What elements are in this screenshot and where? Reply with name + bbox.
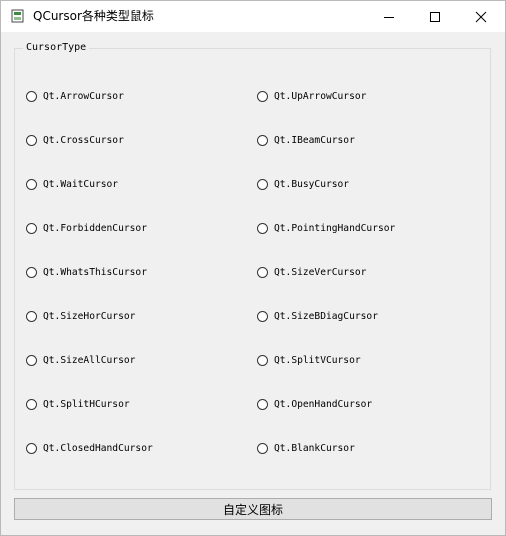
radio-label: Qt.BusyCursor xyxy=(274,178,350,190)
qt-app-icon xyxy=(11,9,24,23)
radio-arrow-cursor[interactable]: Qt.ArrowCursor xyxy=(26,87,124,105)
radio-label: Qt.UpArrowCursor xyxy=(274,90,367,102)
radio-unchecked-icon[interactable] xyxy=(257,310,268,322)
custom-icon-button[interactable]: 自定义图标 xyxy=(14,498,492,520)
radio-sizehor-cursor[interactable]: Qt.SizeHorCursor xyxy=(26,307,135,325)
radio-label: Qt.BlankCursor xyxy=(274,442,355,454)
radio-unchecked-icon[interactable] xyxy=(26,442,37,454)
radio-closedhand-cursor[interactable]: Qt.ClosedHandCursor xyxy=(26,439,153,457)
radio-unchecked-icon[interactable] xyxy=(26,310,37,322)
radio-wait-cursor[interactable]: Qt.WaitCursor xyxy=(26,175,118,193)
radio-label: Qt.WhatsThisCursor xyxy=(43,266,147,278)
radio-openhand-cursor[interactable]: Qt.OpenHandCursor xyxy=(257,395,372,413)
radio-label: Qt.PointingHandCursor xyxy=(274,222,396,234)
title-bar[interactable]: QCursor各种类型鼠标 xyxy=(1,1,505,32)
radio-label: Qt.ClosedHandCursor xyxy=(43,442,153,454)
radio-label: Qt.CrossCursor xyxy=(43,134,124,146)
maximize-icon xyxy=(430,11,440,22)
window-title: QCursor各种类型鼠标 xyxy=(33,9,154,23)
radio-ibeam-cursor[interactable]: Qt.IBeamCursor xyxy=(257,131,355,149)
radio-unchecked-icon[interactable] xyxy=(26,222,37,234)
radio-sizeall-cursor[interactable]: Qt.SizeAllCursor xyxy=(26,351,135,369)
radio-splith-cursor[interactable]: Qt.SplitHCursor xyxy=(26,395,130,413)
main-window: QCursor各种类型鼠标 CursorType Qt.ArrowCursor … xyxy=(0,0,506,536)
radio-cross-cursor[interactable]: Qt.CrossCursor xyxy=(26,131,124,149)
radio-pointinghand-cursor[interactable]: Qt.PointingHandCursor xyxy=(257,219,395,237)
radio-label: Qt.SplitHCursor xyxy=(43,398,130,410)
close-icon xyxy=(475,11,487,22)
radio-label: Qt.OpenHandCursor xyxy=(274,398,373,410)
radio-label: Qt.IBeamCursor xyxy=(274,134,355,146)
radio-label: Qt.SizeBDiagCursor xyxy=(274,310,378,322)
close-button[interactable] xyxy=(458,1,504,32)
radio-sizever-cursor[interactable]: Qt.SizeVerCursor xyxy=(257,263,366,281)
radio-label: Qt.SizeHorCursor xyxy=(43,310,136,322)
radio-unchecked-icon[interactable] xyxy=(26,354,37,366)
radio-label: Qt.SizeAllCursor xyxy=(43,354,136,366)
radio-unchecked-icon[interactable] xyxy=(26,398,37,410)
radio-unchecked-icon[interactable] xyxy=(26,266,37,278)
minimize-button[interactable] xyxy=(366,1,412,32)
radio-unchecked-icon[interactable] xyxy=(257,442,268,454)
radio-label: Qt.ForbiddenCursor xyxy=(43,222,147,234)
radio-unchecked-icon[interactable] xyxy=(257,90,268,102)
radio-whatsthis-cursor[interactable]: Qt.WhatsThisCursor xyxy=(26,263,147,281)
radio-label: Qt.ArrowCursor xyxy=(43,90,124,102)
radio-sizebdiag-cursor[interactable]: Qt.SizeBDiagCursor xyxy=(257,307,378,325)
radio-unchecked-icon[interactable] xyxy=(257,178,268,190)
radio-unchecked-icon[interactable] xyxy=(26,134,37,146)
radio-uparrow-cursor[interactable]: Qt.UpArrowCursor xyxy=(257,87,366,105)
minimize-icon xyxy=(384,16,394,18)
radio-blank-cursor[interactable]: Qt.BlankCursor xyxy=(257,439,355,457)
radio-unchecked-icon[interactable] xyxy=(26,178,37,190)
radio-unchecked-icon[interactable] xyxy=(257,354,268,366)
radio-unchecked-icon[interactable] xyxy=(257,222,268,234)
radio-splitv-cursor[interactable]: Qt.SplitVCursor xyxy=(257,351,361,369)
radio-forbidden-cursor[interactable]: Qt.ForbiddenCursor xyxy=(26,219,147,237)
radio-label: Qt.WaitCursor xyxy=(43,178,119,190)
radio-unchecked-icon[interactable] xyxy=(257,398,268,410)
radio-unchecked-icon[interactable] xyxy=(257,266,268,278)
radio-label: Qt.SplitVCursor xyxy=(274,354,361,366)
groupbox-title: CursorType xyxy=(23,41,90,55)
radio-label: Qt.SizeVerCursor xyxy=(274,266,367,278)
maximize-button[interactable] xyxy=(412,1,458,32)
radio-unchecked-icon[interactable] xyxy=(257,134,268,146)
radio-busy-cursor[interactable]: Qt.BusyCursor xyxy=(257,175,349,193)
radio-unchecked-icon[interactable] xyxy=(26,90,37,102)
